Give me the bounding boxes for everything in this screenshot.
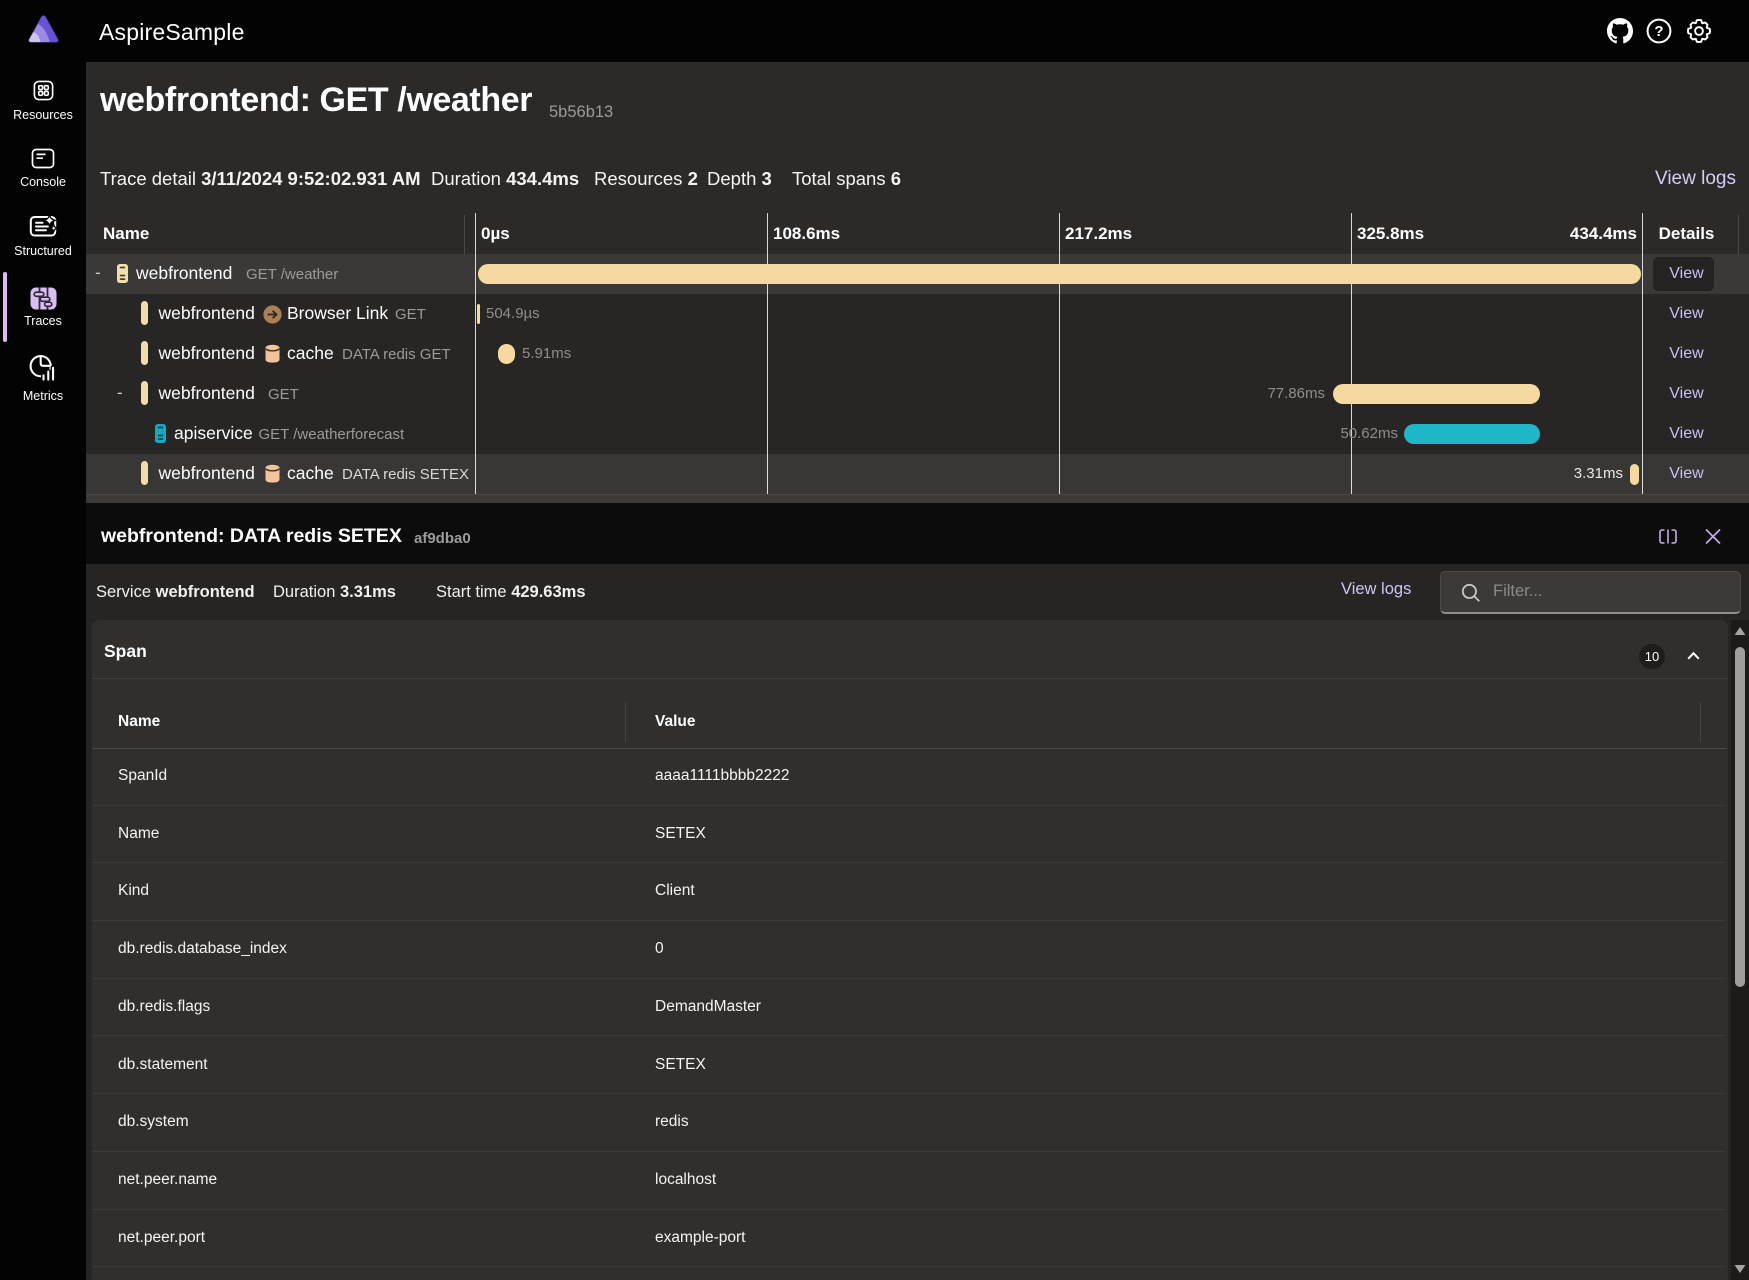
svg-text:?: ? — [1654, 23, 1663, 40]
